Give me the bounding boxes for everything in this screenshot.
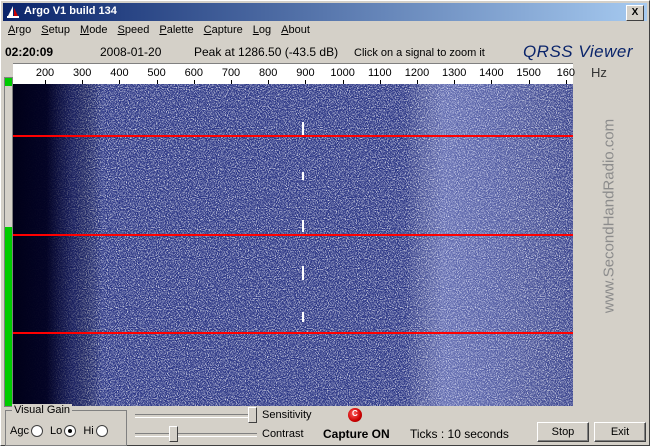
waterfall-display[interactable] [13,84,573,406]
scale-tick-label: 1500 [516,67,541,79]
scale-tick-label: 160 [556,67,575,79]
sensitivity-track [135,414,257,418]
scale-tick-label: 800 [259,67,278,79]
hi-radio[interactable] [95,425,108,438]
menu-bar: Argo Setup Mode Speed Palette Capture Log About [3,22,647,40]
waterfall-spectrogram [13,84,573,406]
signal-trace [302,172,304,180]
scale-tick-label: 1000 [330,67,355,79]
time-marker-line [13,234,573,236]
scale-tick-label: 1100 [367,67,392,79]
frequency-unit: Hz [591,65,607,80]
visual-gain-label: Visual Gain [12,404,73,416]
capture-indicator-icon: C [348,408,362,422]
sensitivity-label: Sensitivity [262,409,312,421]
title-bar[interactable]: Argo V1 build 134 X [3,3,647,21]
hi-label: Hi [83,425,94,437]
app-sailboat-icon [7,6,19,18]
watermark-text: www.SecondHandRadio.com [600,118,618,314]
agc-label: Agc [10,425,29,437]
peak-readout: Peak at 1286.50 (-43.5 dB) [194,45,339,59]
scale-tick-label: 400 [110,67,129,79]
exit-button[interactable]: Exit [594,422,646,442]
menu-capture[interactable]: Capture [199,22,248,36]
signal-trace [302,266,304,280]
agc-radio[interactable] [30,425,43,438]
frequency-scale[interactable]: 200 300 400 500 600 700 800 900 1000 1100 1200 1300… [13,63,575,84]
clock-time: 02:20:09 [5,45,54,59]
signal-trace [302,312,304,322]
contrast-label: Contrast [262,428,304,440]
date-display: 2008-01-20 [100,45,162,59]
level-fill [5,226,12,406]
menu-mode[interactable]: Mode [75,22,113,36]
time-marker-line [13,332,573,334]
scale-tick-label: 900 [296,67,315,79]
contrast-slider[interactable] [135,426,257,442]
zoom-hint: Click on a signal to zoom it [354,47,485,59]
menu-argo[interactable]: Argo [3,22,36,36]
signal-trace [302,220,304,232]
signal-trace [302,122,304,136]
stop-button[interactable]: Stop [537,422,589,442]
sensitivity-slider[interactable] [135,407,257,423]
ticks-readout: Ticks : 10 seconds [410,427,509,441]
menu-palette[interactable]: Palette [154,22,198,36]
sensitivity-thumb[interactable] [248,407,257,423]
scale-tick-label: 1200 [404,67,430,79]
contrast-thumb[interactable] [168,426,178,442]
signal-level-bar [4,77,13,407]
menu-speed[interactable]: Speed [113,22,155,36]
window-title: Argo V1 build 134 [24,5,117,17]
scale-tick-label: 200 [35,67,55,79]
menu-log[interactable]: Log [248,22,276,36]
lo-radio[interactable] [64,425,77,438]
scale-tick-label: 500 [147,67,166,79]
scale-tick-label: 1300 [441,67,467,79]
scale-tick-label: 1400 [479,67,504,79]
scale-tick-label: 600 [184,67,203,79]
lo-label: Lo [50,425,63,437]
close-button[interactable]: X [626,5,644,21]
visual-gain-group: Visual Gain Agc Lo Hi [5,404,127,446]
level-overload-segment [5,78,12,86]
time-marker-line [13,135,573,137]
scale-tick-label: 700 [221,67,241,79]
capture-status: Capture ON [323,427,390,441]
app-window: Argo V1 build 134 X Argo Setup Mode Speed Pa… [0,0,650,446]
gain-radio-row: Agc Lo Hi [10,425,112,438]
brand-logo: QRSS Viewer [522,42,633,61]
contrast-track [135,433,257,437]
scale-tick-label: 300 [73,67,92,79]
control-panel: Visual Gain Agc Lo Hi Sensitivity Contra… [1,404,649,446]
menu-about[interactable]: About [276,22,315,36]
info-bar: 02:20:09 2008-01-20 Peak at 1286.50 (-43… [1,41,649,63]
menu-setup[interactable]: Setup [36,22,75,36]
close-icon: X [631,7,639,18]
